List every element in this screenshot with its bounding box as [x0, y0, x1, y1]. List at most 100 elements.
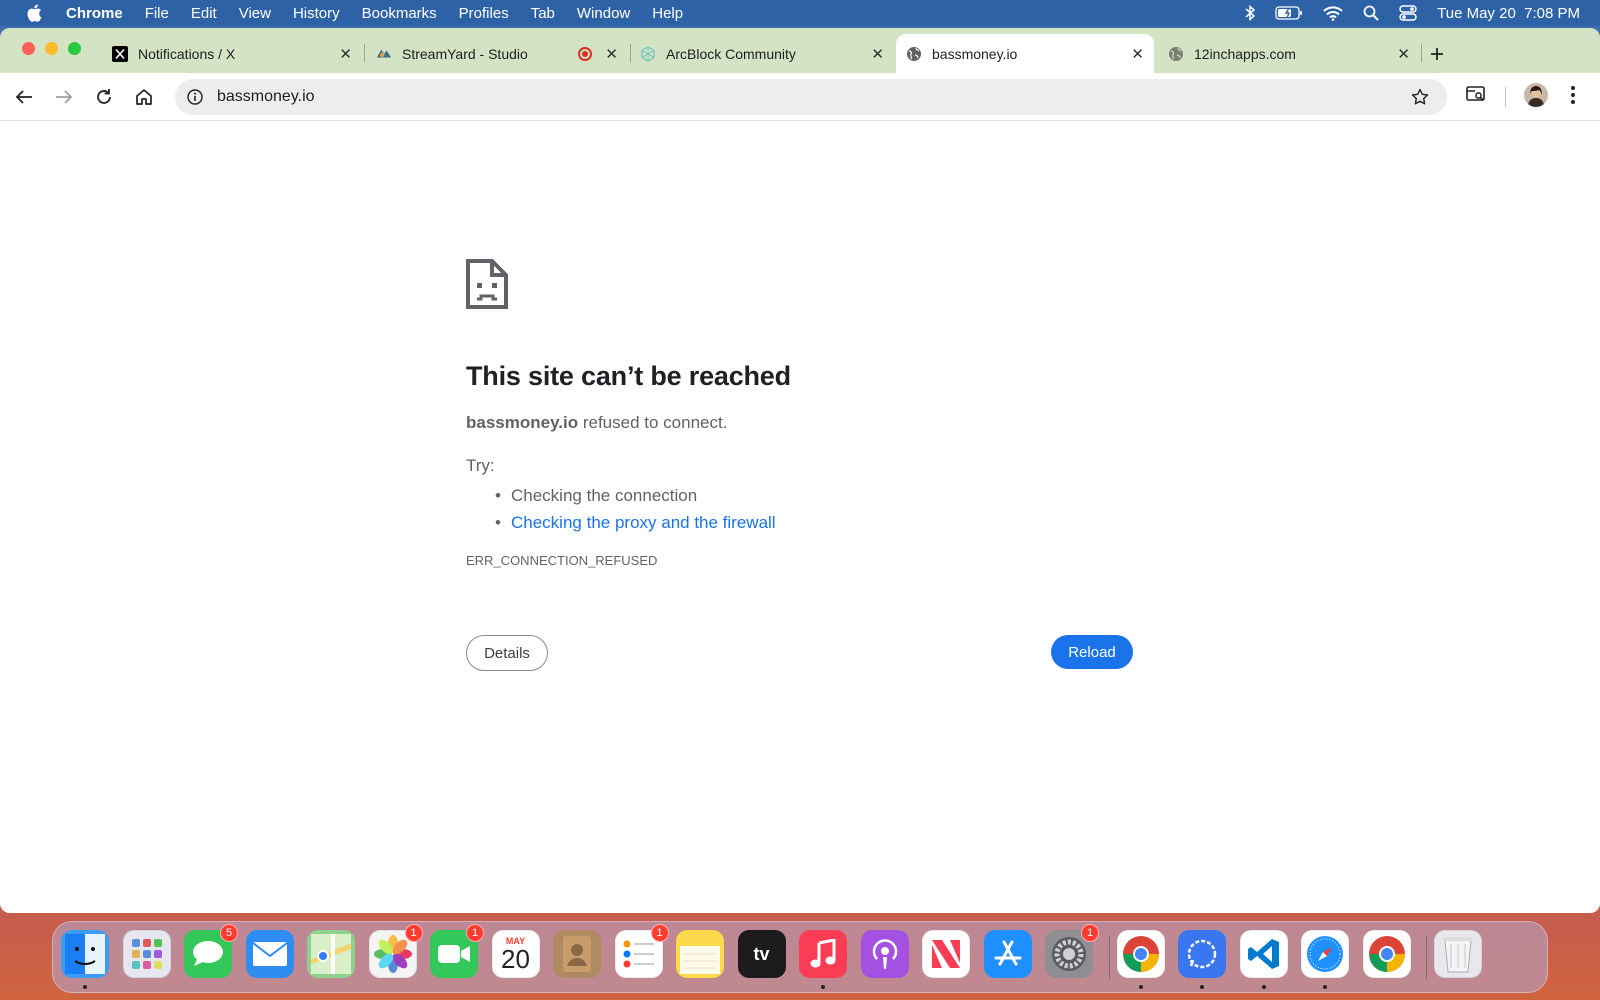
forward-arrow-icon[interactable]: [54, 87, 74, 107]
reload-button[interactable]: Reload: [1051, 635, 1133, 669]
tab-12inchapps[interactable]: 12inchapps.com ✕: [1158, 34, 1420, 73]
tab-close-icon[interactable]: ✕: [871, 45, 884, 63]
tab-title: ArcBlock Community: [666, 45, 796, 62]
maps-icon[interactable]: [307, 930, 355, 978]
globe-icon: [1168, 46, 1184, 62]
menu-bookmarks[interactable]: Bookmarks: [362, 5, 437, 22]
running-indicator: [1323, 985, 1327, 989]
tab-separator: [364, 44, 365, 62]
signal-icon[interactable]: [1178, 930, 1226, 989]
error-description: bassmoney.io refused to connect.: [466, 413, 727, 433]
trash-icon[interactable]: [1434, 930, 1482, 978]
settings-icon[interactable]: 1: [1045, 924, 1099, 978]
safari-icon[interactable]: [1301, 930, 1349, 989]
tab-arcblock[interactable]: ArcBlock Community ✕: [632, 34, 894, 73]
tab-title: StreamYard - Studio: [402, 45, 528, 62]
try-label: Try:: [466, 456, 495, 475]
site-info-icon[interactable]: [187, 89, 203, 105]
apple-menu-icon[interactable]: [24, 4, 44, 22]
minimize-window-button[interactable]: [45, 42, 58, 55]
arcblock-icon: [640, 45, 656, 62]
chrome-icon[interactable]: [1362, 930, 1411, 978]
menu-history[interactable]: History: [293, 5, 340, 22]
spotlight-icon[interactable]: [1363, 5, 1379, 21]
menu-tab[interactable]: Tab: [531, 5, 555, 22]
notes-icon[interactable]: [676, 930, 724, 978]
vscode-icon[interactable]: [1239, 930, 1288, 989]
profile-avatar[interactable]: [1524, 83, 1548, 112]
sad-page-icon: [466, 259, 508, 314]
menu-window[interactable]: Window: [577, 5, 630, 22]
menu-view[interactable]: View: [239, 5, 271, 22]
app-store-icon[interactable]: [983, 930, 1032, 978]
recording-indicator-icon: [578, 46, 592, 61]
globe-icon: [906, 46, 922, 62]
news-icon[interactable]: [922, 930, 970, 978]
notification-badge: 1: [466, 924, 484, 942]
messages-icon[interactable]: 5: [184, 924, 238, 978]
dock-separator: [1108, 936, 1110, 980]
tab-notifications-x[interactable]: Notifications / X ✕: [100, 34, 362, 73]
button-row: Details Reload: [0, 635, 1600, 675]
finder-icon[interactable]: [61, 930, 109, 989]
calendar-icon[interactable]: MAY 20: [491, 930, 540, 978]
menu-app-name[interactable]: Chrome: [66, 5, 123, 22]
running-indicator: [1138, 985, 1143, 989]
menubar-clock[interactable]: Tue May 20 7:08 PM: [1437, 5, 1580, 22]
apple-tv-icon[interactable]: tv: [737, 930, 786, 978]
apple-tv-label: tv: [753, 943, 770, 964]
reload-icon[interactable]: [94, 87, 114, 107]
music-icon[interactable]: [799, 930, 847, 989]
calendar-day: 20: [501, 944, 530, 974]
tab-strip: Notifications / X ✕ StreamYard - Studio …: [0, 28, 1600, 73]
back-arrow-icon[interactable]: [14, 87, 34, 107]
tab-close-icon[interactable]: ✕: [339, 45, 352, 63]
battery-icon[interactable]: [1275, 6, 1303, 20]
bluetooth-icon[interactable]: [1245, 5, 1256, 21]
bookmark-star-icon[interactable]: [1411, 88, 1429, 111]
launchpad-icon[interactable]: [122, 930, 171, 978]
facetime-icon[interactable]: 1: [430, 924, 484, 978]
details-button[interactable]: Details: [466, 635, 548, 671]
chrome-icon[interactable]: [1116, 930, 1165, 989]
browser-toolbar: [0, 73, 1600, 121]
dock-separator: [1426, 936, 1427, 980]
menu-file[interactable]: File: [145, 5, 169, 22]
control-center-icon[interactable]: [1399, 5, 1417, 21]
podcasts-icon[interactable]: [860, 930, 909, 978]
menu-help[interactable]: Help: [652, 5, 683, 22]
more-menu-icon[interactable]: [1570, 85, 1576, 110]
suggestion-check-proxy-link[interactable]: Checking the proxy and the firewall: [495, 509, 776, 536]
tab-close-icon[interactable]: ✕: [1397, 45, 1410, 63]
running-indicator: [821, 985, 825, 989]
tab-close-icon[interactable]: ✕: [605, 45, 618, 63]
contacts-icon[interactable]: [553, 930, 601, 978]
toolbar-divider: [1505, 87, 1506, 107]
close-window-button[interactable]: [22, 42, 35, 55]
menu-edit[interactable]: Edit: [191, 5, 217, 22]
tab-search-icon[interactable]: [1466, 85, 1486, 108]
tab-separator: [1421, 44, 1422, 62]
macos-menu-bar: Chrome File Edit View History Bookmarks …: [0, 0, 1600, 26]
address-bar[interactable]: [175, 79, 1447, 115]
zoom-window-button[interactable]: [68, 42, 81, 55]
suggestion-list: Checking the connection Checking the pro…: [495, 482, 776, 536]
error-message: refused to connect.: [578, 413, 728, 432]
mail-icon[interactable]: [245, 930, 294, 978]
running-indicator: [1261, 985, 1266, 989]
tab-bassmoney[interactable]: bassmoney.io ✕: [896, 34, 1154, 73]
notification-badge: 1: [1081, 924, 1099, 942]
tab-streamyard[interactable]: StreamYard - Studio ✕: [366, 34, 628, 73]
menu-profiles[interactable]: Profiles: [459, 5, 509, 22]
url-input[interactable]: [217, 88, 1317, 106]
photos-icon[interactable]: 1: [368, 924, 423, 978]
reminders-icon[interactable]: 1: [614, 924, 669, 978]
notification-badge: 1: [404, 924, 423, 942]
wifi-icon[interactable]: [1323, 5, 1343, 21]
tab-close-icon[interactable]: ✕: [1131, 45, 1144, 63]
running-indicator: [1200, 985, 1204, 989]
home-icon[interactable]: [134, 87, 154, 107]
macos-dock: 5 1 1 MAY 20 1 tv 1: [52, 921, 1548, 993]
window-controls: [22, 42, 81, 55]
new-tab-plus-icon[interactable]: [1430, 41, 1444, 67]
